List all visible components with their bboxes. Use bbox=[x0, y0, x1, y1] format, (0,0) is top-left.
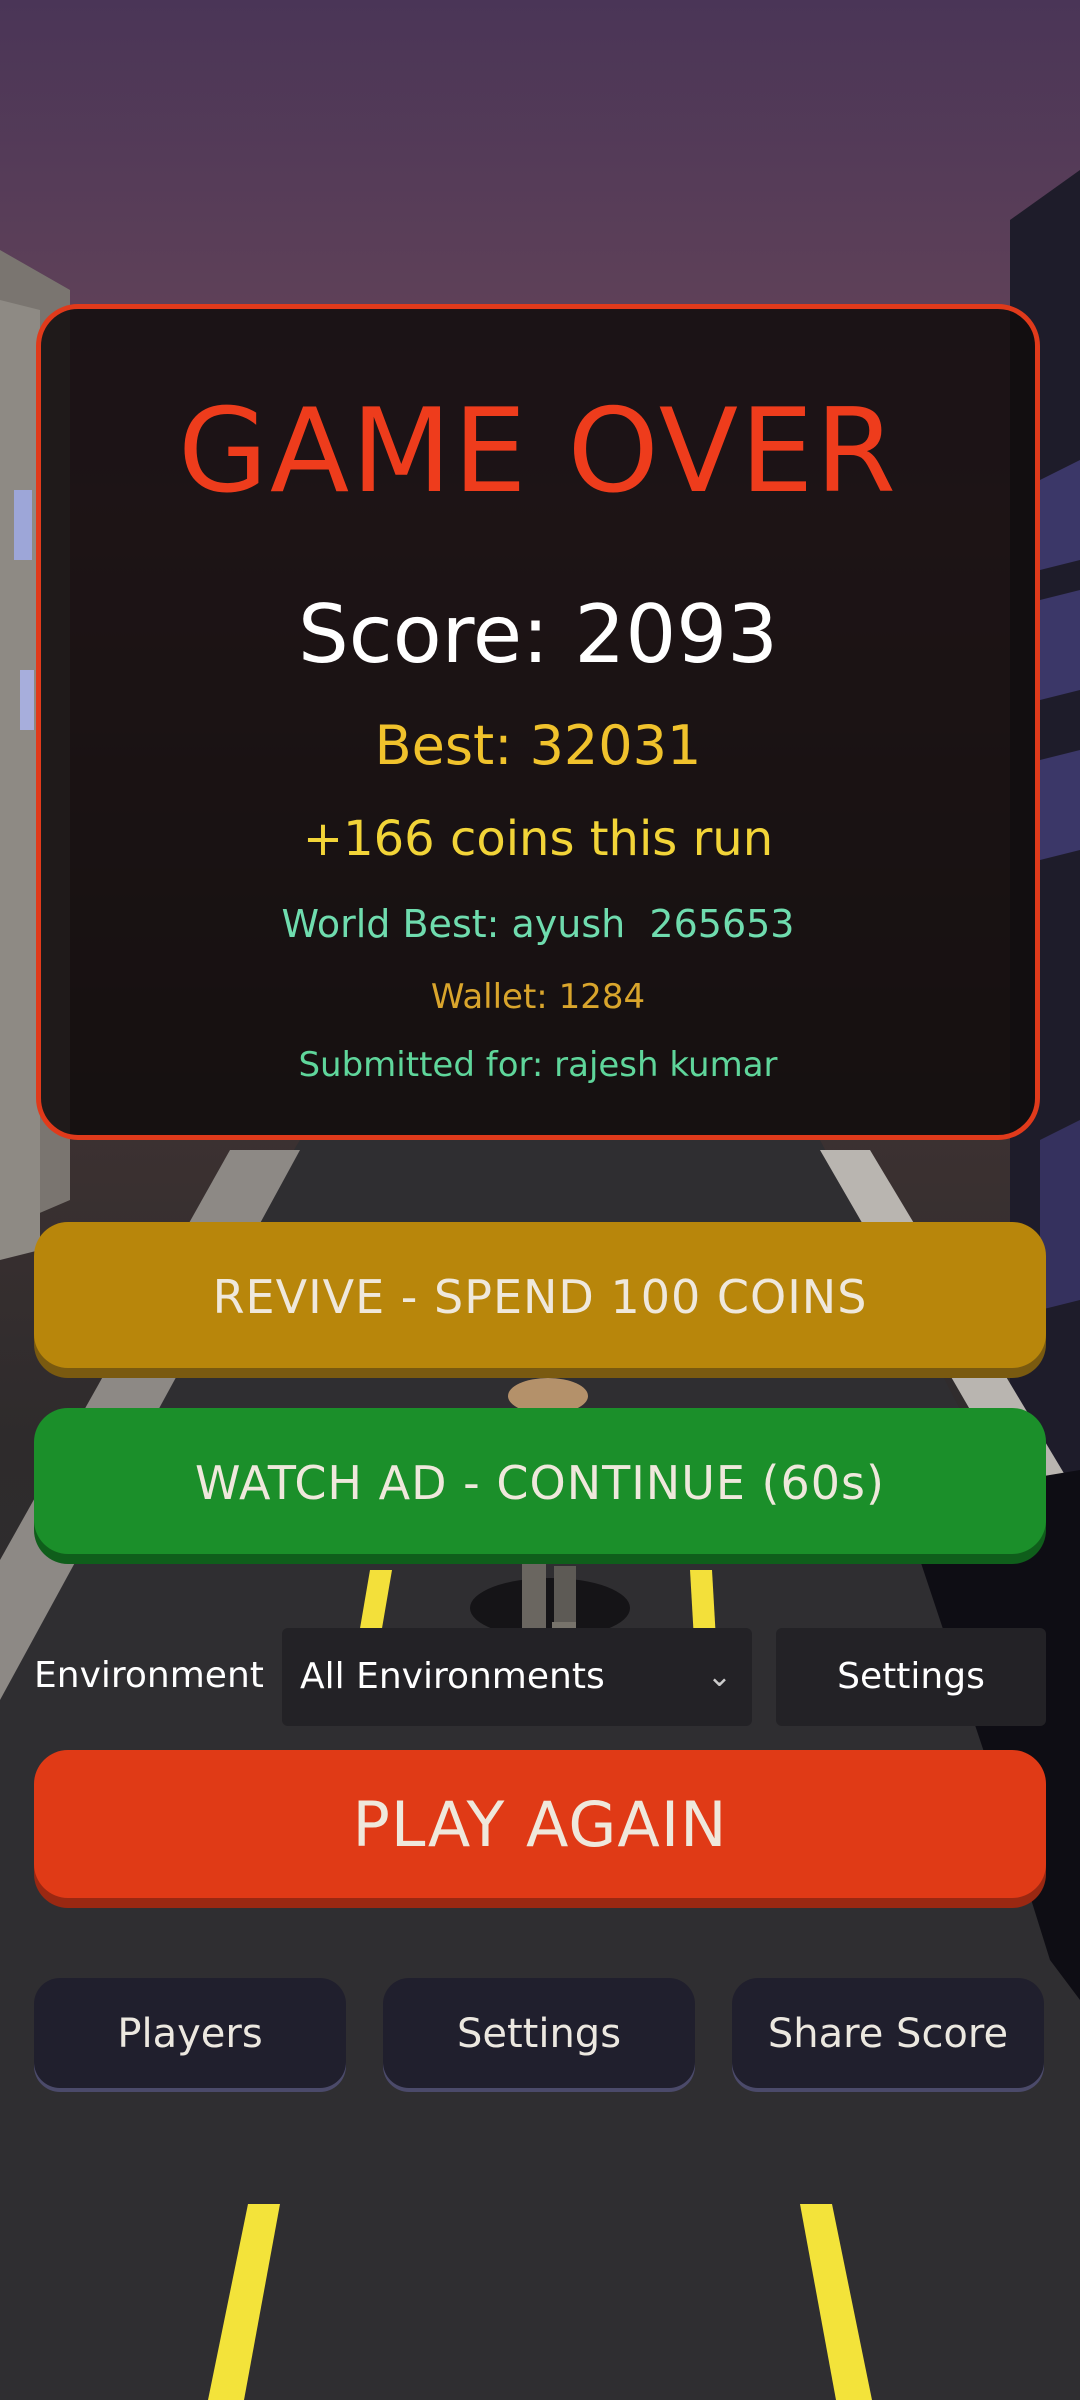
environment-select[interactable]: All Environments ⌄ bbox=[282, 1628, 752, 1726]
watch-ad-button[interactable]: WATCH AD - CONTINUE (60s) bbox=[34, 1408, 1046, 1554]
coins-earned-text: +166 coins this run bbox=[302, 811, 774, 867]
play-again-button[interactable]: PLAY AGAIN bbox=[34, 1750, 1046, 1898]
wallet-text: Wallet: 1284 bbox=[430, 977, 646, 1017]
best-score-text: Best: 32031 bbox=[374, 714, 702, 777]
game-over-title: GAME OVER bbox=[177, 384, 898, 519]
settings-button[interactable]: Settings bbox=[383, 1978, 695, 2088]
environment-selected-value: All Environments bbox=[300, 1656, 605, 1697]
score-text: Score: 2093 bbox=[297, 588, 779, 681]
share-score-button[interactable]: Share Score bbox=[732, 1978, 1044, 2088]
revive-button[interactable]: REVIVE - SPEND 100 COINS bbox=[34, 1222, 1046, 1368]
environment-settings-button[interactable]: Settings bbox=[776, 1628, 1046, 1726]
world-best-text: World Best: ayush 265653 bbox=[281, 902, 795, 946]
submitted-for-text: Submitted for: rajesh kumar bbox=[298, 1045, 778, 1085]
chevron-down-icon: ⌄ bbox=[706, 1659, 732, 1694]
players-button[interactable]: Players bbox=[34, 1978, 346, 2088]
environment-label: Environment bbox=[34, 1655, 264, 1696]
game-over-panel: GAME OVER Score: 2093 Best: 32031 +166 c… bbox=[36, 304, 1040, 1140]
